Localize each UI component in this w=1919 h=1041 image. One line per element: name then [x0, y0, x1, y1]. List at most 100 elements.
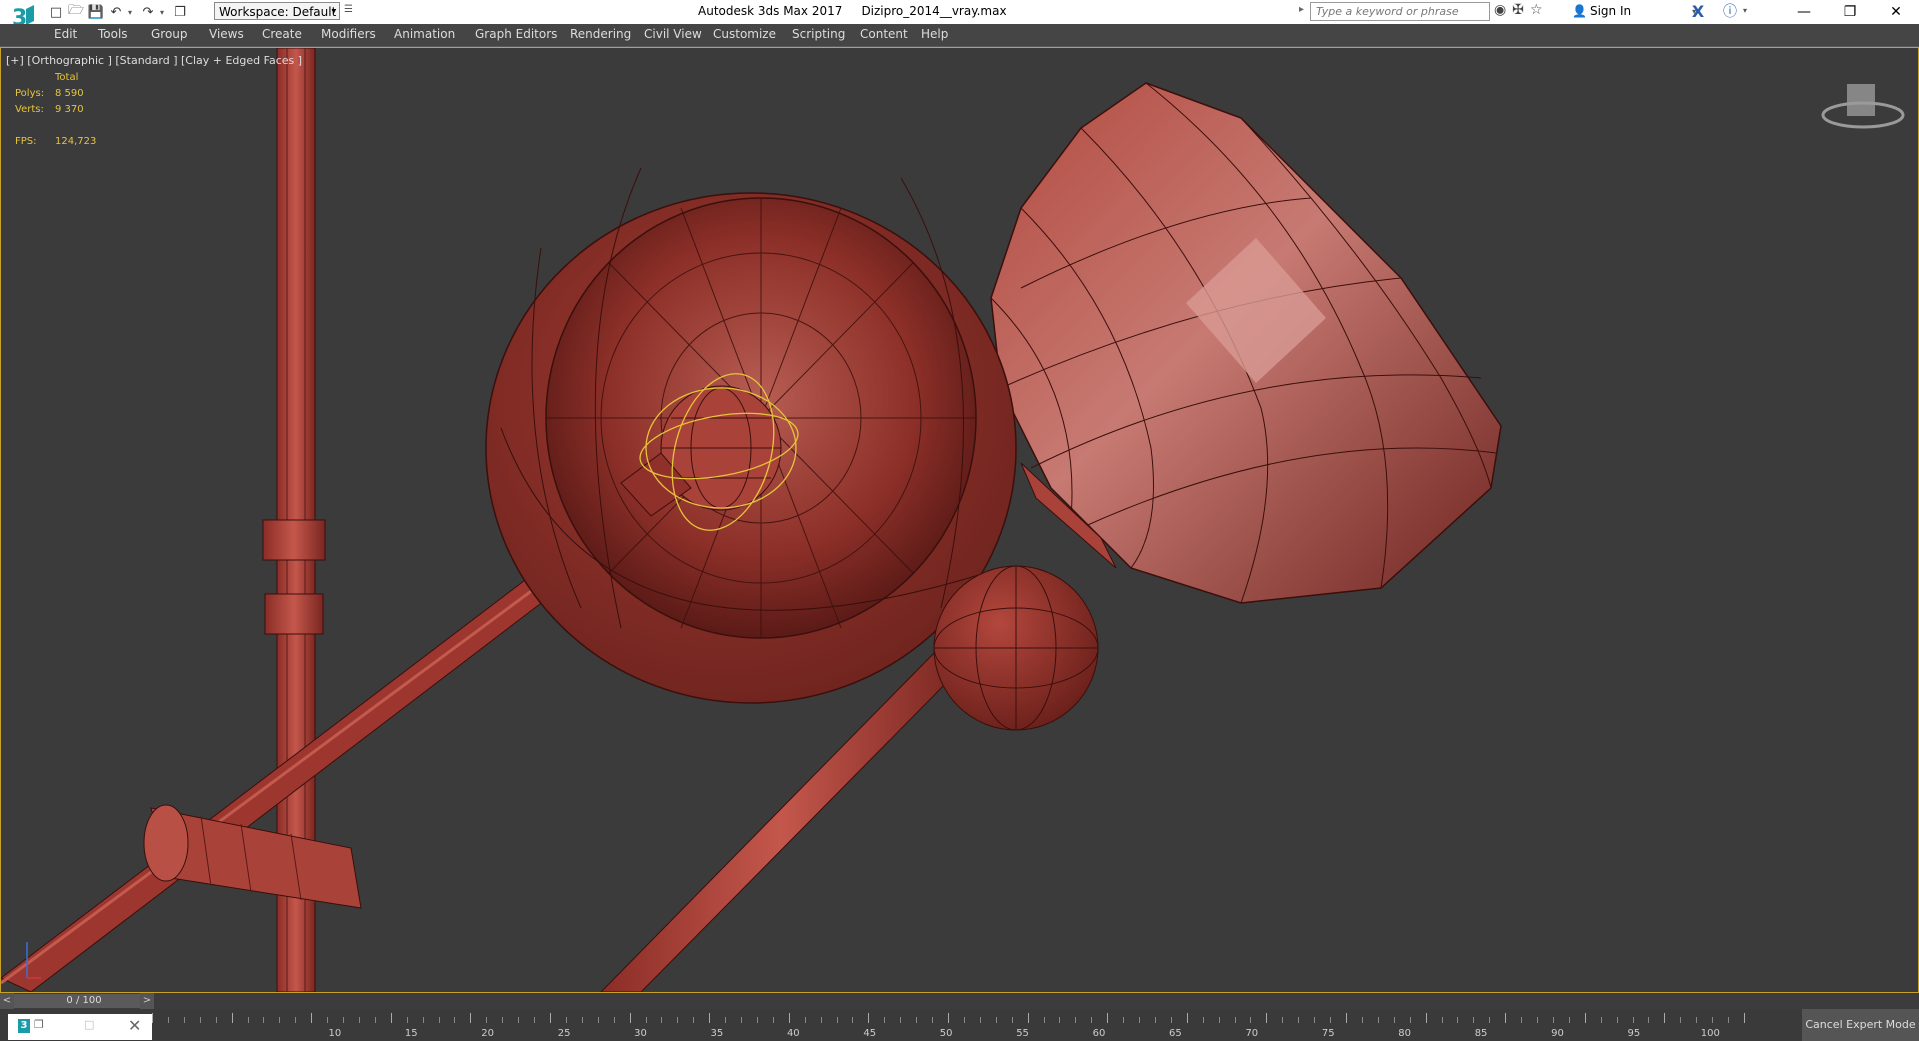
- ruler-label: 20: [481, 1028, 495, 1039]
- ruler-tick: [358, 1017, 360, 1023]
- taskbar-mini-window[interactable]: 3 ❐ □ ✕: [8, 1014, 152, 1040]
- ruler-label: 10: [328, 1028, 342, 1039]
- communication-icon[interactable]: ✠: [1512, 2, 1524, 18]
- restore-small-icon[interactable]: ❐: [34, 1018, 44, 1031]
- timeline-ruler[interactable]: 10 15 20 25 30 35 40 45 50 55 60 65 70 75 80 85 90 95 100: [152, 1009, 1745, 1041]
- ruler-label: 25: [557, 1028, 571, 1039]
- 3d-scene[interactable]: [1, 48, 1918, 992]
- ruler-tick: [868, 1013, 870, 1023]
- prev-frame-button[interactable]: <: [0, 993, 14, 1009]
- workspace-options-icon[interactable]: ☰: [344, 4, 353, 15]
- ruler-label: 40: [786, 1028, 800, 1039]
- next-frame-button[interactable]: >: [140, 993, 154, 1009]
- menu-civil-view[interactable]: Civil View: [644, 27, 702, 41]
- ruler-tick: [1282, 1017, 1284, 1023]
- ruler-tick: [1521, 1017, 1523, 1023]
- menu-create[interactable]: Create: [262, 27, 302, 41]
- ruler-tick: [1330, 1017, 1332, 1023]
- menu-animation[interactable]: Animation: [394, 27, 455, 41]
- menu-graph-editors[interactable]: Graph Editors: [475, 27, 557, 41]
- minimize-button[interactable]: —: [1781, 0, 1827, 24]
- menu-edit[interactable]: Edit: [54, 27, 77, 41]
- star-icon[interactable]: ☆: [1530, 2, 1543, 18]
- ruler-tick: [1632, 1017, 1634, 1023]
- ruler-tick: [1139, 1017, 1141, 1023]
- close-button[interactable]: ✕: [1873, 0, 1919, 24]
- ruler-tick: [470, 1013, 472, 1023]
- workspace-dropdown[interactable]: Workspace: Default ▾: [214, 2, 340, 20]
- ruler-tick: [1043, 1017, 1045, 1023]
- ruler-tick: [152, 1013, 153, 1023]
- ruler-tick: [1712, 1017, 1714, 1023]
- ruler-tick: [183, 1017, 185, 1023]
- ruler-tick: [502, 1017, 504, 1023]
- viewport-label-menu[interactable]: [+] [Orthographic ] [Standard ] [Clay + …: [6, 54, 302, 67]
- ruler-tick: [645, 1017, 647, 1023]
- ruler-tick: [1170, 1017, 1172, 1023]
- ruler-tick: [1202, 1017, 1204, 1023]
- sign-in-label: Sign In: [1589, 4, 1632, 18]
- ruler-tick: [1648, 1017, 1650, 1023]
- cancel-expert-mode-button[interactable]: Cancel Expert Mode: [1802, 1009, 1919, 1041]
- binoculars-icon[interactable]: ◉: [1494, 2, 1506, 18]
- menu-views[interactable]: Views: [209, 27, 244, 41]
- ruler-label: 85: [1474, 1028, 1488, 1039]
- ruler-tick: [836, 1017, 838, 1023]
- menu-tools[interactable]: Tools: [98, 27, 128, 41]
- ruler-tick: [581, 1017, 583, 1023]
- ruler-tick: [215, 1017, 217, 1023]
- title-bar: 3 □ 🗁 💾 ↶ ▾ ↷ ▾ ❐ Workspace: Default ▾ ☰…: [0, 0, 1919, 43]
- help-dropdown-icon[interactable]: ▾: [1743, 6, 1747, 15]
- fps-label: FPS:: [15, 136, 37, 147]
- ruler-tick: [1616, 1017, 1618, 1023]
- undo-icon[interactable]: ↶: [108, 4, 124, 20]
- ruler-tick: [550, 1013, 551, 1023]
- pole-joint-lower[interactable]: [264, 593, 324, 635]
- menu-rendering[interactable]: Rendering: [570, 27, 631, 41]
- ruler-label: 65: [1169, 1028, 1182, 1039]
- exchange-apps-icon[interactable]: X: [1688, 2, 1708, 22]
- stats-header: Total: [55, 72, 79, 83]
- open-file-icon[interactable]: 🗁: [68, 3, 84, 20]
- restore-button[interactable]: ❐: [1827, 0, 1873, 24]
- save-icon[interactable]: 💾: [88, 4, 104, 20]
- ruler-tick: [1696, 1017, 1698, 1023]
- chevron-down-icon: ▾: [331, 7, 336, 17]
- ruler-tick: [1457, 1017, 1459, 1023]
- sign-in-button[interactable]: 👤 Sign In ▾: [1572, 4, 1696, 18]
- menu-help[interactable]: Help: [921, 27, 948, 41]
- viewcube-icon[interactable]: [1821, 84, 1905, 129]
- maximize-small-icon[interactable]: □: [84, 1018, 94, 1031]
- ruler-tick: [1425, 1013, 1427, 1023]
- help-icon[interactable]: ⓘ: [1720, 2, 1740, 22]
- ruler-tick: [486, 1017, 488, 1023]
- redo-dropdown-icon[interactable]: ▾: [160, 8, 168, 17]
- time-slider[interactable]: 0 / 100: [14, 994, 154, 1008]
- menu-modifiers[interactable]: Modifiers: [321, 27, 376, 41]
- viewport-orthographic[interactable]: [+] [Orthographic ] [Standard ] [Clay + …: [0, 47, 1919, 993]
- ruler-label: 50: [939, 1028, 953, 1039]
- menu-group[interactable]: Group: [151, 27, 188, 41]
- close-small-icon[interactable]: ✕: [128, 1016, 141, 1035]
- infocenter-icons: ◉ ✠ ☆: [1494, 2, 1543, 18]
- ruler-tick: [1346, 1013, 1347, 1023]
- menu-scripting[interactable]: Scripting: [792, 27, 845, 41]
- ruler-tick: [725, 1017, 727, 1023]
- ruler-tick: [422, 1017, 424, 1023]
- ruler-tick: [1186, 1013, 1188, 1023]
- menu-content[interactable]: Content: [860, 27, 908, 41]
- pole-joint-upper[interactable]: [262, 519, 326, 561]
- redo-icon[interactable]: ↷: [140, 4, 156, 20]
- ruler-tick: [1441, 1017, 1443, 1023]
- ruler-tick: [1298, 1017, 1300, 1023]
- project-folder-icon[interactable]: ❐: [172, 4, 188, 20]
- menu-customize[interactable]: Customize: [713, 27, 776, 41]
- undo-dropdown-icon[interactable]: ▾: [128, 8, 136, 17]
- new-file-icon[interactable]: □: [48, 4, 64, 20]
- ruler-tick: [741, 1017, 743, 1023]
- search-input[interactable]: Type a keyword or phrase: [1310, 2, 1490, 21]
- search-expand-icon[interactable]: ▸: [1299, 4, 1304, 15]
- ruler-tick: [231, 1013, 233, 1023]
- ruler-tick: [995, 1017, 997, 1023]
- ruler-tick: [1218, 1017, 1220, 1023]
